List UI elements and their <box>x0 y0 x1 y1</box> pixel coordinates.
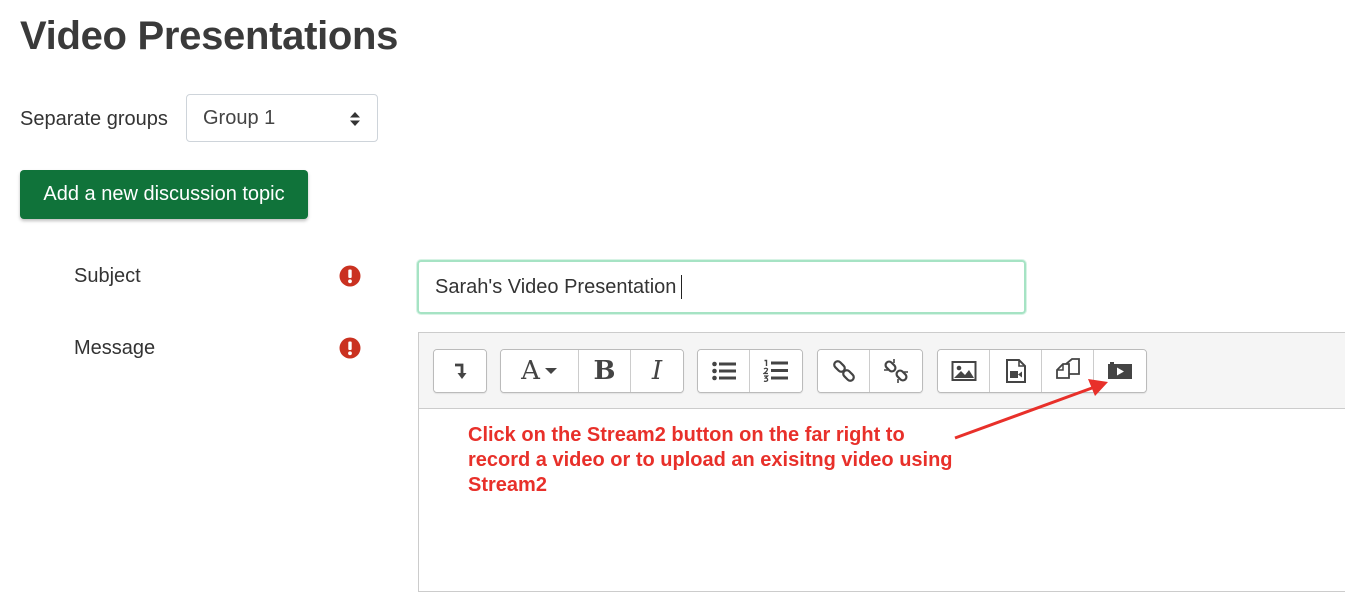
annotation-arrow-icon <box>954 379 1108 440</box>
